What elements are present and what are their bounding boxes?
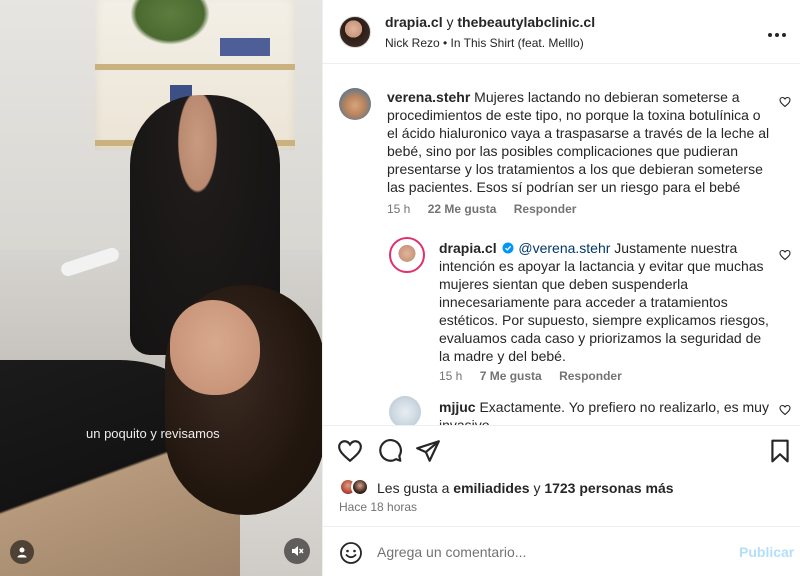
comment-username[interactable]: verena.stehr: [387, 89, 470, 105]
liker-avatar: [351, 478, 369, 496]
post-time: Hace 18 horas: [339, 500, 418, 514]
video-plant: [130, 0, 210, 45]
comment-like-heart-icon[interactable]: [779, 96, 791, 108]
comment-time: 15 h: [387, 202, 411, 216]
authors-conjunction: y: [446, 14, 454, 30]
likes-prefix: Les gusta a: [377, 480, 450, 496]
comment-username[interactable]: drapia.cl: [439, 240, 497, 256]
comment-composer: Publicar: [323, 526, 800, 576]
comment-avatar[interactable]: [389, 237, 425, 273]
comment-avatar[interactable]: [389, 396, 421, 425]
comment-input[interactable]: [377, 541, 727, 563]
comment-likes[interactable]: 22 Me gusta: [428, 202, 497, 216]
reply-button[interactable]: Responder: [514, 202, 577, 216]
comment-text: drapia.cl @verena.stehr Justamente nuest…: [439, 239, 769, 365]
comment-likes[interactable]: 7 Me gusta: [480, 369, 542, 383]
post-panel: drapia.cl y thebeautylabclinic.cl Nick R…: [322, 0, 800, 576]
comment-meta: 15 h 7 Me gusta Responder: [439, 369, 636, 383]
video-shelf-line: [95, 64, 295, 70]
likes-text: Les gusta a emiliadides y 1723 personas …: [377, 480, 674, 496]
comment-like-heart-icon[interactable]: [779, 249, 791, 261]
post-actions: [323, 425, 800, 475]
comment-meta: 15 h 22 Me gusta Responder: [387, 202, 590, 216]
post-header: drapia.cl y thebeautylabclinic.cl Nick R…: [323, 0, 800, 64]
audio-info[interactable]: Nick Rezo • In This Shirt (feat. Melllo): [385, 36, 584, 50]
muted-icon: [292, 546, 304, 556]
likes-user[interactable]: emiliadides: [453, 480, 529, 496]
comment-reply: mjjuc Exactamente. Yo prefiero no realiz…: [389, 396, 791, 425]
coauthor-username[interactable]: thebeautylabclinic.cl: [457, 14, 595, 30]
more-icon: [768, 33, 786, 37]
comment-content: Justamente nuestra intención es apoyar l…: [439, 240, 769, 364]
comment-like-heart-icon[interactable]: [779, 404, 791, 416]
bookmark-icon[interactable]: [767, 438, 793, 464]
video-caption: un poquito y revisamos: [86, 426, 220, 441]
comment-time: 15 h: [439, 369, 463, 383]
likes-count[interactable]: 1723 personas más: [544, 480, 673, 496]
emoji-icon[interactable]: [339, 541, 363, 565]
comment-reply: drapia.cl @verena.stehr Justamente nuest…: [389, 237, 791, 387]
tagged-users-button[interactable]: [10, 540, 34, 564]
comment-content: Exactamente. Yo prefiero no realizarlo, …: [439, 399, 769, 425]
heart-icon[interactable]: [337, 438, 363, 464]
verified-badge-icon: [502, 242, 514, 254]
video-patient-face: [170, 300, 260, 395]
post-authors: drapia.cl y thebeautylabclinic.cl: [385, 14, 595, 30]
comment-icon[interactable]: [377, 438, 403, 464]
user-icon: [17, 547, 27, 558]
more-options-button[interactable]: [767, 22, 787, 43]
author-avatar[interactable]: [339, 16, 371, 48]
comment-mention[interactable]: @verena.stehr: [518, 240, 610, 256]
share-icon[interactable]: [415, 438, 441, 464]
comment-avatar[interactable]: [339, 88, 371, 120]
comment-text: verena.stehr Mujeres lactando no debiera…: [387, 88, 771, 196]
mute-button[interactable]: [284, 538, 310, 564]
publish-button[interactable]: Publicar: [739, 544, 794, 560]
likes-conj: y: [533, 480, 541, 496]
comments-list[interactable]: verena.stehr Mujeres lactando no debiera…: [323, 65, 800, 425]
comment-text: mjjuc Exactamente. Yo prefiero no realiz…: [439, 398, 769, 425]
author-username[interactable]: drapia.cl: [385, 14, 443, 30]
reply-button[interactable]: Responder: [559, 369, 622, 383]
post-video[interactable]: un poquito y revisamos: [0, 0, 322, 576]
comment: verena.stehr Mujeres lactando no debiera…: [339, 88, 791, 228]
comment-username[interactable]: mjjuc: [439, 399, 476, 415]
video-product-box: [220, 38, 270, 56]
